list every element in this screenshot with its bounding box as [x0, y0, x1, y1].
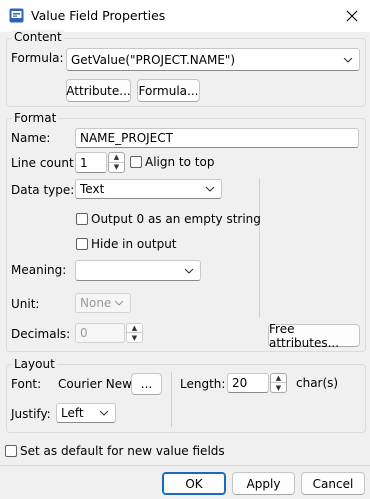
length-label: Length:: [180, 377, 226, 391]
meaning-label: Meaning:: [11, 263, 67, 277]
chevron-down-icon: [114, 294, 124, 312]
format-vertical-divider: [259, 178, 260, 318]
formula-value: GetValue("PROJECT.NAME"): [71, 52, 236, 67]
chevron-down-icon: [205, 180, 215, 198]
formula-label: Formula:: [11, 51, 64, 65]
stepper-down-icon[interactable]: ▼: [109, 163, 124, 173]
decimals-label: Decimals:: [11, 327, 71, 341]
format-group: [6, 118, 366, 352]
layout-group-label: Layout: [12, 357, 57, 371]
align-to-top-label: Align to top: [145, 155, 215, 169]
align-to-top-checkbox[interactable]: [130, 156, 142, 168]
value-field-properties-dialog: Value Field Properties Content Formula: …: [0, 0, 370, 499]
font-picker-button[interactable]: ...: [131, 373, 162, 395]
justify-label: Justify:: [11, 407, 51, 421]
set-default-label: Set as default for new value fields: [20, 444, 225, 458]
set-default-checkbox[interactable]: [5, 445, 17, 457]
chevron-down-icon: [184, 261, 194, 280]
stepper-up-icon[interactable]: ▲: [127, 324, 142, 333]
format-group-label: Format: [12, 111, 59, 125]
stepper-down-icon[interactable]: ▼: [271, 383, 286, 392]
free-attributes-button[interactable]: Free attributes...: [268, 322, 360, 350]
decimals-stepper[interactable]: ▲ ▼: [126, 323, 143, 343]
cancel-button[interactable]: Cancel: [301, 472, 365, 495]
hide-in-output-checkbox[interactable]: [76, 238, 88, 250]
line-count-stepper[interactable]: ▲ ▼: [108, 152, 125, 173]
chevron-down-icon: [99, 404, 109, 422]
name-label: Name:: [11, 131, 51, 145]
length-stepper[interactable]: ▲ ▼: [270, 373, 287, 393]
font-label: Font:: [11, 377, 42, 391]
chevron-down-icon: [343, 49, 353, 70]
stepper-up-icon[interactable]: ▲: [271, 374, 286, 383]
unit-select[interactable]: None: [75, 293, 131, 313]
value-field-icon: [9, 8, 24, 23]
attribute-button[interactable]: Attribute...: [66, 79, 131, 102]
length-field[interactable]: 20: [227, 373, 269, 393]
line-count-field[interactable]: 1: [75, 152, 107, 173]
content-group-label: Content: [12, 30, 64, 44]
stepper-down-icon[interactable]: ▼: [127, 333, 142, 342]
footer-divider: [0, 465, 370, 466]
length-unit-label: char(s): [296, 376, 339, 390]
output-zero-label: Output 0 as an empty string: [91, 212, 261, 226]
window-title: Value Field Properties: [31, 8, 166, 23]
apply-button[interactable]: Apply: [232, 472, 295, 495]
font-value: Courier New: [58, 377, 132, 391]
title-bar: Value Field Properties: [0, 0, 370, 32]
data-type-label: Data type:: [11, 183, 75, 197]
stepper-up-icon[interactable]: ▲: [109, 153, 124, 163]
meaning-select[interactable]: [75, 260, 201, 281]
ok-button[interactable]: OK: [162, 472, 226, 495]
formula-combobox[interactable]: GetValue("PROJECT.NAME"): [66, 48, 360, 71]
name-field[interactable]: NAME_PROJECT: [75, 128, 359, 148]
decimals-field[interactable]: 0: [75, 323, 125, 343]
justify-select[interactable]: Left: [56, 403, 116, 423]
data-type-select[interactable]: Text: [75, 179, 222, 199]
formula-button[interactable]: Formula...: [137, 79, 200, 102]
output-zero-checkbox[interactable]: [76, 213, 88, 225]
close-button[interactable]: [340, 4, 364, 28]
close-icon: [346, 10, 358, 22]
unit-label: Unit:: [11, 297, 40, 311]
layout-vertical-divider: [171, 372, 172, 427]
line-count-label: Line count: [11, 156, 74, 170]
hide-in-output-label: Hide in output: [91, 237, 177, 251]
